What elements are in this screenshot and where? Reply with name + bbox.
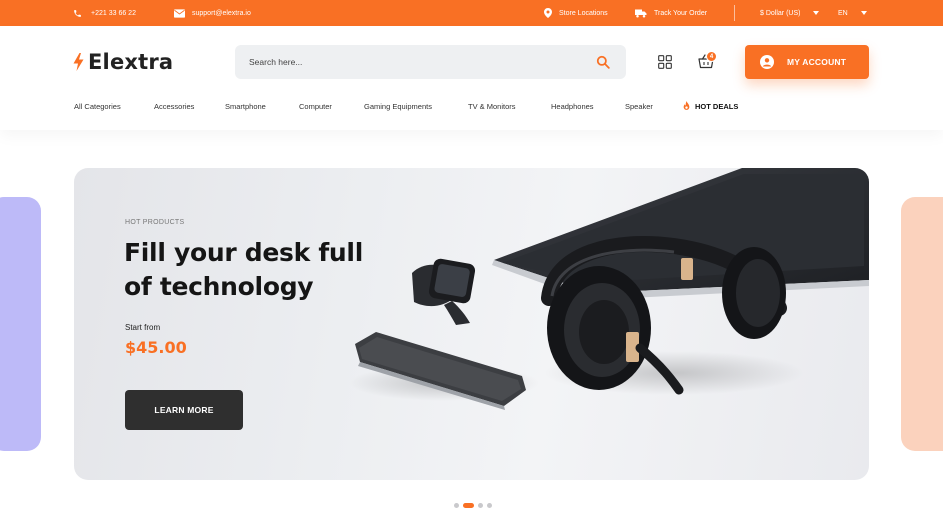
email-address: support@elextra.io — [192, 9, 251, 17]
nav-item-computer[interactable]: Computer — [299, 102, 332, 111]
cart-count-badge: 4 — [706, 51, 717, 62]
hot-deals-label: HOT DEALS — [695, 101, 739, 111]
user-icon — [760, 55, 774, 69]
hero-product-image — [349, 168, 869, 410]
my-account-label: MY ACCOUNT — [787, 57, 847, 67]
chevron-down-icon — [860, 11, 867, 15]
nav-item-headphones[interactable]: Headphones — [551, 102, 594, 111]
next-slide-peek[interactable] — [901, 197, 943, 451]
currency-label: $ Dollar (US) — [760, 9, 801, 17]
learn-more-button[interactable]: LEARN MORE — [125, 390, 243, 430]
phone-number: +221 33 66 22 — [91, 9, 136, 17]
logo[interactable]: Elextra — [73, 50, 173, 74]
phone-contact[interactable]: +221 33 66 22 — [73, 0, 136, 26]
topbar-divider — [734, 5, 735, 21]
prev-slide-peek[interactable] — [0, 197, 41, 451]
slider-dot[interactable] — [478, 503, 483, 508]
top-bar: +221 33 66 22 support@elextra.io Store L… — [0, 0, 943, 26]
hero-headline-line-1: Fill your desk full — [124, 238, 363, 267]
nav-item-smartphone[interactable]: Smartphone — [225, 102, 266, 111]
currency-select[interactable]: $ Dollar (US) — [760, 0, 820, 26]
nav-item-hot-deals[interactable]: HOT DEALS — [682, 101, 738, 111]
nav-item-all-categories[interactable]: All Categories — [74, 102, 121, 111]
nav-item-tv-monitors[interactable]: TV & Monitors — [468, 102, 516, 111]
store-locations-link[interactable]: Store Locations — [544, 0, 608, 26]
track-order-link[interactable]: Track Your Order — [635, 0, 707, 26]
start-from-label: Start from — [125, 323, 161, 332]
hero-eyebrow: HOT PRODUCTS — [125, 219, 185, 226]
truck-icon — [635, 9, 647, 17]
slider-dot[interactable] — [454, 503, 459, 508]
slider-dot[interactable] — [487, 503, 492, 508]
language-select[interactable]: EN — [838, 0, 867, 26]
logo-text: Elextra — [88, 50, 174, 74]
slider-dot-active[interactable] — [463, 503, 474, 508]
track-order-label: Track Your Order — [654, 9, 708, 17]
search-input[interactable] — [235, 45, 575, 79]
hero-headline-line-2: of technology — [124, 272, 314, 301]
fire-icon — [683, 101, 690, 110]
location-pin-icon — [544, 8, 552, 18]
language-label: EN — [838, 9, 848, 17]
store-locations-label: Store Locations — [559, 9, 608, 17]
chevron-down-icon — [813, 11, 820, 15]
hero-headline: Fill your desk full of technology — [124, 236, 384, 304]
search-icon[interactable] — [596, 55, 610, 69]
bolt-logo-icon — [73, 53, 84, 71]
nav-item-speaker[interactable]: Speaker — [625, 102, 653, 111]
phone-icon — [74, 9, 81, 17]
slider-dots — [454, 503, 492, 508]
email-contact[interactable]: support@elextra.io — [174, 0, 251, 26]
grid-icon[interactable] — [658, 55, 672, 69]
hero-price: $45.00 — [125, 338, 187, 357]
main-nav: All Categories Accessories Smartphone Co… — [0, 101, 943, 114]
header: Elextra 4 MY ACCOUNT All Categories Acce… — [0, 26, 943, 130]
nav-item-gaming-equipments[interactable]: Gaming Equipments — [364, 102, 432, 111]
hero-banner: HOT PRODUCTS Fill your desk full of tech… — [74, 168, 869, 480]
nav-item-accessories[interactable]: Accessories — [154, 102, 194, 111]
my-account-button[interactable]: MY ACCOUNT — [745, 45, 869, 79]
search-bar — [235, 45, 626, 79]
mail-icon — [174, 8, 185, 18]
